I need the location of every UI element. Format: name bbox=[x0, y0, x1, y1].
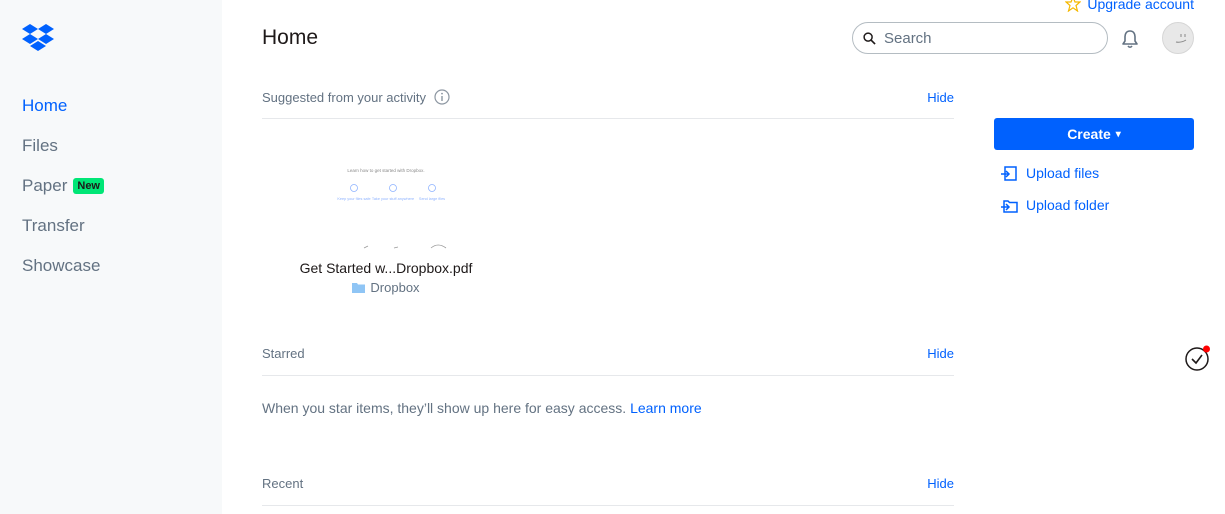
search-box[interactable] bbox=[852, 22, 1108, 54]
avatar[interactable] bbox=[1162, 22, 1194, 54]
upgrade-account-link[interactable]: Upgrade account bbox=[1065, 0, 1194, 12]
folder-icon bbox=[352, 283, 366, 293]
avatar-face-icon bbox=[1175, 34, 1187, 43]
upload-folder-button[interactable]: Upload folder bbox=[1000, 196, 1109, 214]
starred-empty-message: When you star items, they’ll show up her… bbox=[262, 400, 702, 416]
sidebar-item-label: Home bbox=[22, 96, 68, 115]
suggested-hide-button[interactable]: Hide bbox=[927, 90, 954, 105]
upload-folder-icon bbox=[1001, 200, 1018, 213]
upgrade-label: Upgrade account bbox=[1087, 0, 1194, 12]
thumb-heading: Learn how to get started with Dropbox. bbox=[347, 168, 424, 173]
sidebar-item-label: Paper bbox=[22, 176, 68, 195]
sidebar-item-label: Transfer bbox=[22, 216, 85, 235]
create-button[interactable]: Create ▾ bbox=[994, 118, 1194, 150]
file-thumbnail: Learn how to get started with Dropbox. K… bbox=[316, 160, 475, 250]
checklist-icon[interactable] bbox=[1185, 345, 1211, 371]
recent-title: Recent bbox=[262, 476, 304, 491]
sidebar-item-label: Files bbox=[22, 136, 58, 155]
suggested-file-card[interactable]: Learn how to get started with Dropbox. K… bbox=[290, 160, 482, 295]
thumb-step: Keep your files safe bbox=[337, 197, 370, 201]
starred-hide-button[interactable]: Hide bbox=[927, 346, 954, 361]
star-icon bbox=[1065, 0, 1082, 12]
thumb-step: Send large files bbox=[419, 197, 445, 201]
sidebar: Home Files Paper New Transfer Showcase bbox=[0, 0, 222, 514]
recent-section-header: Recent Hide bbox=[262, 476, 954, 491]
new-badge: New bbox=[73, 178, 104, 194]
sidebar-item-paper[interactable]: Paper New bbox=[22, 166, 104, 206]
file-location-label: Dropbox bbox=[370, 280, 420, 295]
sidebar-item-label: Showcase bbox=[22, 256, 101, 275]
search-input[interactable] bbox=[884, 29, 1084, 47]
file-name: Get Started w...Dropbox.pdf bbox=[299, 260, 473, 276]
starred-empty-text: When you star items, they’ll show up her… bbox=[262, 400, 627, 416]
search-icon bbox=[863, 31, 876, 45]
upload-files-button[interactable]: Upload files bbox=[1000, 164, 1099, 182]
notification-dot bbox=[1203, 345, 1210, 353]
divider bbox=[262, 375, 954, 376]
divider bbox=[262, 118, 954, 119]
divider bbox=[262, 505, 954, 506]
notification-bell-icon[interactable] bbox=[1119, 28, 1141, 50]
pdf-preview-image: Learn how to get started with Dropbox. K… bbox=[337, 168, 475, 249]
sidebar-nav: Home Files Paper New Transfer Showcase bbox=[22, 86, 104, 286]
sidebar-item-files[interactable]: Files bbox=[22, 126, 104, 166]
caret-down-icon: ▾ bbox=[1115, 128, 1121, 140]
starred-title: Starred bbox=[262, 346, 305, 361]
sidebar-item-transfer[interactable]: Transfer bbox=[22, 206, 104, 246]
learn-more-link[interactable]: Learn more bbox=[630, 400, 702, 416]
thumb-step: Take your stuff anywhere bbox=[372, 197, 414, 201]
recent-hide-button[interactable]: Hide bbox=[927, 476, 954, 491]
sidebar-item-showcase[interactable]: Showcase bbox=[22, 246, 104, 286]
info-icon[interactable] bbox=[434, 89, 450, 105]
dropbox-logo-icon[interactable] bbox=[22, 24, 54, 52]
page-title: Home bbox=[262, 26, 319, 49]
upload-folder-label: Upload folder bbox=[1026, 197, 1110, 213]
upload-files-icon bbox=[1001, 166, 1017, 181]
starred-section-header: Starred Hide bbox=[262, 346, 954, 361]
suggested-section-header: Suggested from your activity Hide bbox=[262, 89, 954, 105]
suggested-title: Suggested from your activity bbox=[262, 89, 427, 105]
create-label: Create bbox=[1067, 126, 1111, 142]
upload-files-label: Upload files bbox=[1026, 165, 1100, 181]
file-location: Dropbox bbox=[290, 280, 482, 295]
sidebar-item-home[interactable]: Home bbox=[22, 86, 104, 126]
